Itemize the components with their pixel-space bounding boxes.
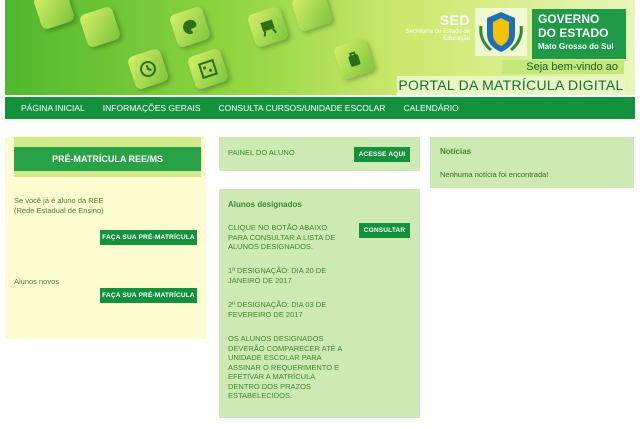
- welcome-text: Seja bem-vindo ao: [502, 60, 624, 74]
- sed-subtitle: Secretaria de Estado de Educação: [405, 29, 470, 42]
- state-crest-icon: [475, 8, 527, 56]
- noticias-panel: Notícias Nenhuma notícia foi encontrada!: [430, 137, 634, 188]
- consultar-button[interactable]: CONSULTAR: [359, 223, 410, 238]
- alunos-designados-panel: Alunos designados CLIQUE NO BOTÃO ABAIXO…: [219, 189, 420, 418]
- gov-line1: GOVERNO: [538, 12, 600, 26]
- gov-state: Mato Grosso do Sul: [538, 42, 614, 51]
- palette-icon: [168, 5, 212, 49]
- portal-title: PORTAL DA MATRÍCULA DIGITAL: [397, 76, 625, 95]
- pre-matricula-aluno-button[interactable]: FAÇA SUA PRÉ-MATRÍCULA: [100, 230, 197, 245]
- government-logo: GOVERNO DO ESTADO Mato Grosso do Sul: [532, 9, 626, 59]
- art-easel-icon: [246, 5, 290, 49]
- noticias-empty: Nenhuma notícia foi encontrada!: [440, 170, 549, 179]
- header-banner: SED Secretaria de Estado de Educação GOV…: [5, 0, 635, 95]
- sed-logo: SED Secretaria de Estado de Educação: [398, 12, 470, 43]
- microscope-tile-icon: [290, 0, 334, 33]
- pre-matricula-novos-button[interactable]: FAÇA SUA PRÉ-MATRÍCULA: [100, 288, 197, 303]
- gov-line2: DO ESTADO: [538, 26, 609, 40]
- abacus-icon: [186, 47, 230, 91]
- noticias-title: Notícias: [440, 147, 472, 156]
- nav-item-calendario[interactable]: CALENDÁRIO: [403, 103, 458, 113]
- clock-icon: [126, 47, 170, 91]
- pre-matricula-panel: PRÉ-MATRÍCULA REE/MS Se você já é aluno …: [5, 137, 206, 339]
- chart-tile-icon: [78, 5, 122, 49]
- designados-notice: OS ALUNOS DESIGNADOS DEVERÃO COMPARECER …: [228, 334, 342, 400]
- acesse-aqui-button[interactable]: ACESSE AQUI: [354, 147, 410, 162]
- nav-item-informacoes[interactable]: INFORMAÇÕES GERAIS: [103, 103, 201, 113]
- designados-instructions: CLIQUE NO BOTÃO ABAIXO PARA CONSULTAR A …: [228, 223, 336, 251]
- painel-aluno-label: PAINEL DO ALUNO: [228, 148, 295, 157]
- segunda-designacao: 2ª DESIGNAÇÃO: DIA 03 DE FEVEREIRO DE 20…: [228, 300, 327, 319]
- sed-title: SED: [439, 12, 470, 28]
- nav-item-inicial[interactable]: PÁGINA INICIAL: [21, 103, 85, 113]
- alunos-novos-text: Alunos novos: [14, 277, 60, 286]
- primeira-designacao: 1ª DESIGNAÇÃO: DIA 20 DE JANEIRO DE 2017: [228, 266, 327, 285]
- painel-aluno-panel: PAINEL DO ALUNO ACESSE AQUI: [219, 137, 420, 171]
- pre-matricula-title: PRÉ-MATRÍCULA REE/MS: [14, 147, 201, 171]
- aluno-ree-text: Se você já é aluno da REE (Rede Estadual…: [14, 196, 104, 215]
- designados-title: Alunos designados: [228, 200, 302, 209]
- nav-item-consulta[interactable]: CONSULTA CURSOS/UNIDADE ESCOLAR: [219, 103, 386, 113]
- backpack-icon: [332, 37, 376, 81]
- books-tile-icon: [32, 0, 76, 31]
- main-nav: PÁGINA INICIAL INFORMAÇÕES GERAIS CONSUL…: [5, 97, 635, 119]
